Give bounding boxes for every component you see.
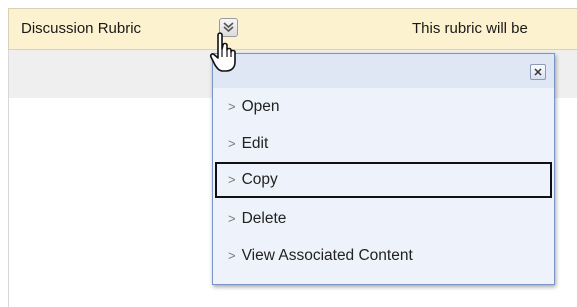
menu-item-delete[interactable]: > Delete <box>215 201 552 237</box>
menu-item-label: Delete <box>241 210 287 227</box>
hand-pointer-icon <box>209 32 236 72</box>
menu-close-button[interactable] <box>530 64 546 80</box>
menu-item-label: Copy <box>241 171 278 188</box>
chevron-right-icon: > <box>228 136 236 151</box>
rubric-context-menu: > Open > Edit > Copy > Delete > View Associat… <box>212 53 555 285</box>
chevron-right-icon: > <box>228 211 236 226</box>
menu-item-label: Open <box>241 98 280 115</box>
chevron-right-icon: > <box>228 99 236 114</box>
chevron-right-icon: > <box>228 248 236 263</box>
menu-top-bar <box>213 54 554 88</box>
close-icon <box>534 68 542 76</box>
menu-item-view-associated-content[interactable]: > View Associated Content <box>215 238 552 274</box>
menu-item-edit[interactable]: > Edit <box>215 126 552 162</box>
menu-item-copy[interactable]: > Copy <box>215 162 552 198</box>
rubric-title[interactable]: Discussion Rubric <box>21 20 141 37</box>
rubric-row-header: Discussion Rubric This rubric will be <box>8 8 577 50</box>
menu-item-label: View Associated Content <box>241 247 413 264</box>
rubric-association-note: This rubric will be <box>412 20 528 37</box>
chevron-right-icon: > <box>228 172 236 187</box>
menu-item-open[interactable]: > Open <box>215 89 552 125</box>
menu-item-label: Edit <box>241 135 269 152</box>
